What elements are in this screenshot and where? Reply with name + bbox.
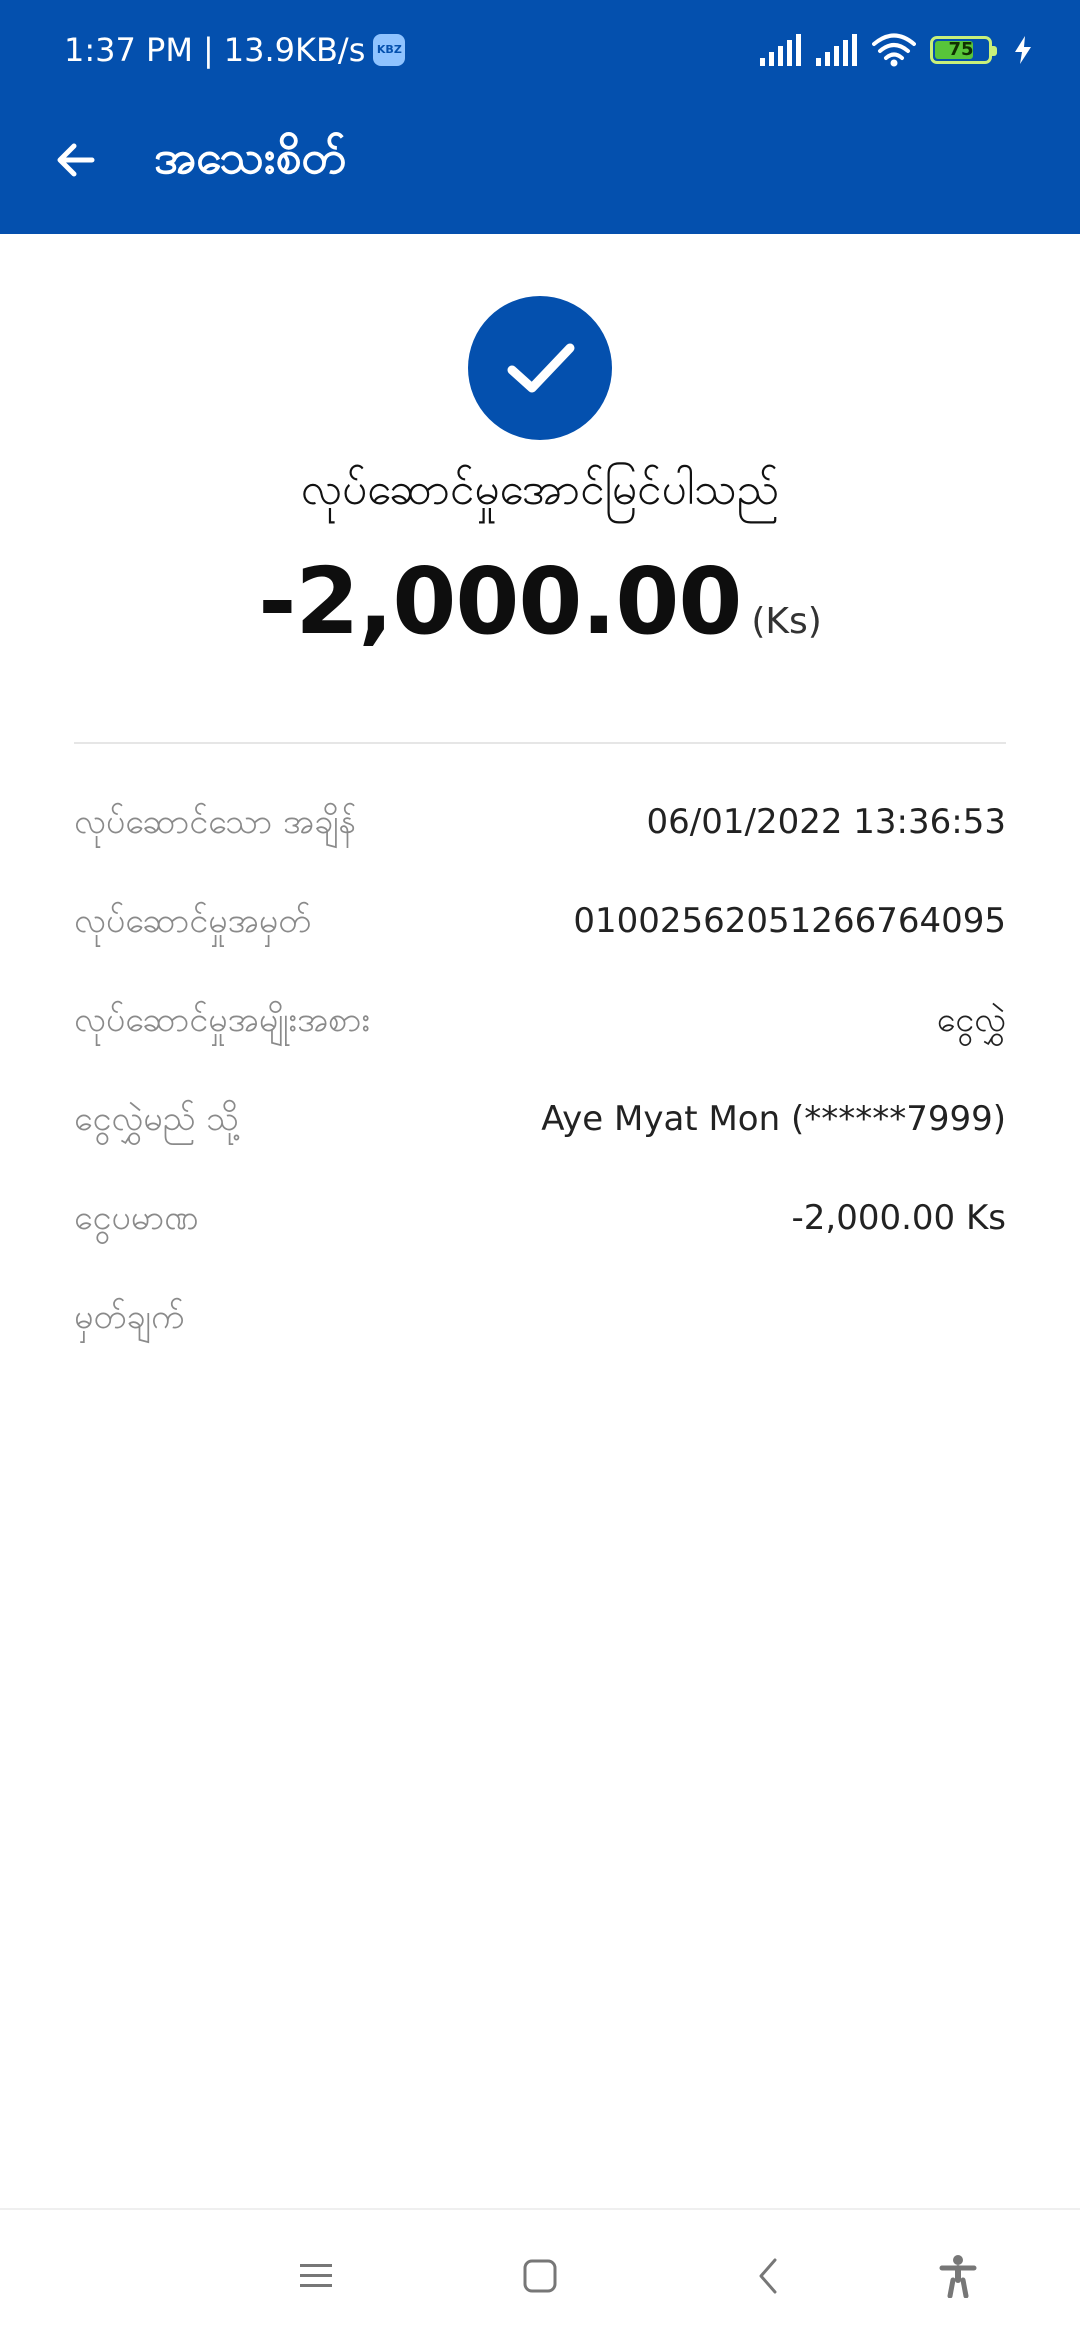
status-right: 75 <box>760 30 1034 70</box>
detail-row-time: လုပ်ဆောင်သော အချိန် 06/01/2022 13:36:53 <box>74 792 1006 891</box>
receipt-screen: 1:37 PM | 13.9KB/s KBZ 75 အသေးစိတ် လုပ်ဆ… <box>0 0 1080 2340</box>
detail-label: လုပ်ဆောင်သော အချိန် <box>74 802 357 842</box>
status-left: 1:37 PM | 13.9KB/s KBZ <box>64 26 406 74</box>
home-square-icon <box>523 2259 557 2293</box>
system-nav-bar <box>0 2208 1080 2340</box>
divider <box>74 742 1006 744</box>
accessibility-button[interactable] <box>928 2246 988 2306</box>
signal-icon <box>816 34 857 66</box>
app-bar: အသေးစိတ် <box>0 100 1080 234</box>
home-button[interactable] <box>510 2246 570 2306</box>
detail-label: ငွေပမာဏ <box>74 1198 199 1238</box>
transaction-details: လုပ်ဆောင်သော အချိန် 06/01/2022 13:36:53 … <box>74 792 1006 1386</box>
network-speed: 13.9KB/s <box>223 31 366 69</box>
kbz-app-icon: KBZ <box>373 34 406 66</box>
detail-row-type: လုပ်ဆောင်မှုအမျိုးအစား ငွေလွှဲ <box>74 990 1006 1089</box>
back-button[interactable] <box>44 128 108 192</box>
check-circle-icon <box>468 296 612 440</box>
kbz-app-badge-label: KBZ <box>376 43 402 56</box>
detail-value: ငွေလွှဲ <box>936 1000 1006 1040</box>
charging-icon <box>1015 36 1031 64</box>
currency-unit: (Ks) <box>751 601 822 642</box>
chevron-left-icon <box>759 2258 777 2294</box>
detail-value: 01002562051266764095 <box>573 901 1006 941</box>
detail-label: လုပ်ဆောင်မှုအမှတ် <box>74 901 312 941</box>
detail-label: မှတ်ချက် <box>74 1297 185 1337</box>
amount-row: -2,000.00 (Ks) <box>0 548 1080 655</box>
detail-row-recipient: ငွေလွှဲမည် သို့ Aye Myat Mon (******7999… <box>74 1089 1006 1188</box>
status-bar: 1:37 PM | 13.9KB/s KBZ 75 <box>0 0 1080 100</box>
detail-row-transaction-id: လုပ်ဆောင်မှုအမှတ် 01002562051266764095 <box>74 891 1006 990</box>
detail-row-note: မှတ်ချက် <box>74 1287 1006 1386</box>
signal-icon <box>760 34 801 66</box>
page-title: အသေးစိတ် <box>154 130 347 184</box>
wifi-icon <box>872 33 916 67</box>
detail-row-amount: ငွေပမာဏ -2,000.00 Ks <box>74 1188 1006 1287</box>
checkmark-icon <box>507 343 575 393</box>
detail-label: လုပ်ဆောင်မှုအမျိုးအစား <box>74 1000 371 1040</box>
detail-value: -2,000.00 Ks <box>791 1198 1007 1238</box>
detail-label: ငွေလွှဲမည် သို့ <box>74 1099 240 1139</box>
battery-icon: 75 <box>930 36 997 64</box>
success-message: လုပ်ဆောင်မှုအောင်မြင်ပါသည် <box>300 464 780 515</box>
accessibility-icon <box>939 2255 977 2298</box>
status-time: 1:37 PM <box>64 31 193 69</box>
detail-value: 06/01/2022 13:36:53 <box>646 802 1006 842</box>
transaction-amount: -2,000.00 <box>258 548 742 655</box>
system-back-button[interactable] <box>738 2246 798 2306</box>
menu-icon <box>300 2264 332 2287</box>
detail-value: Aye Myat Mon (******7999) <box>541 1099 1006 1139</box>
header: 1:37 PM | 13.9KB/s KBZ 75 အသေးစိတ် <box>0 0 1080 234</box>
recent-apps-button[interactable] <box>286 2246 346 2306</box>
arrow-left-icon <box>57 143 95 177</box>
status-separator: | <box>202 31 214 69</box>
battery-level: 75 <box>948 39 974 60</box>
